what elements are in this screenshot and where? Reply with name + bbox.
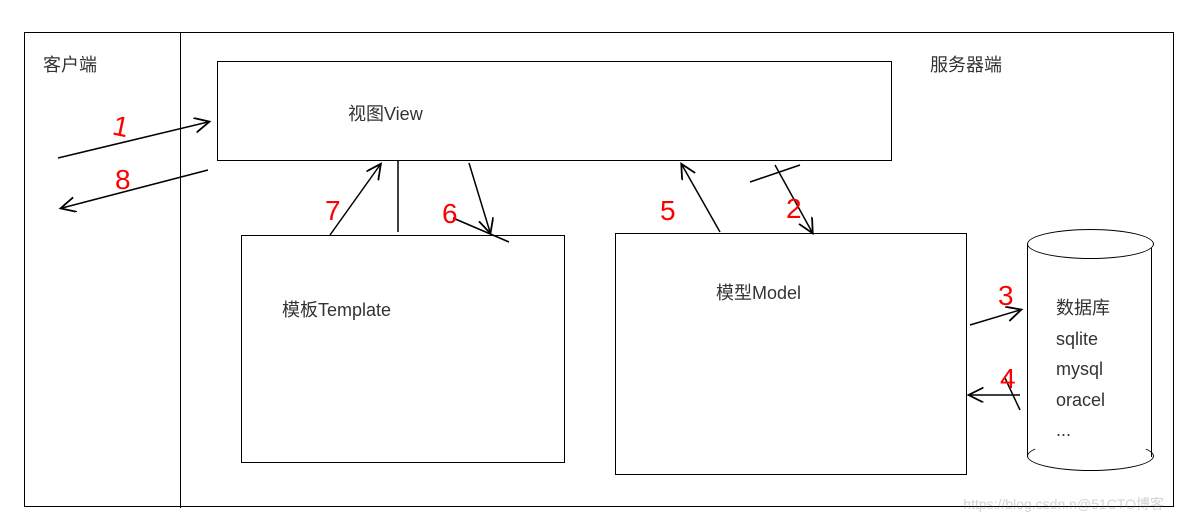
annotation-2: 2 <box>786 193 802 225</box>
client-server-divider <box>180 33 181 508</box>
model-label: 模型Model <box>716 279 801 305</box>
db-line4: oracel <box>1056 385 1110 416</box>
annotation-3: 3 <box>998 280 1014 312</box>
diagram-container: 客户端 服务器端 视图View 模板Template 模型Model 数据库 s… <box>24 32 1174 507</box>
model-box: 模型Model <box>615 233 967 475</box>
template-box: 模板Template <box>241 235 565 463</box>
annotation-6: 6 <box>442 198 458 230</box>
watermark: https://blog.csdn.n@51CTO博客 <box>963 494 1164 514</box>
annotation-5: 5 <box>660 195 676 227</box>
view-label: 视图View <box>348 100 423 126</box>
annotation-7: 7 <box>325 195 341 227</box>
server-label: 服务器端 <box>930 51 1002 77</box>
view-box: 视图View <box>217 61 892 161</box>
annotation-8: 8 <box>115 164 131 196</box>
template-label: 模板Template <box>282 296 391 322</box>
annotation-4: 4 <box>1000 363 1016 395</box>
db-line5: ... <box>1056 415 1110 446</box>
client-label: 客户端 <box>43 51 97 77</box>
db-line2: sqlite <box>1056 324 1110 355</box>
db-line3: mysql <box>1056 354 1110 385</box>
database-cylinder: 数据库 sqlite mysql oracel ... <box>1027 243 1152 457</box>
db-line1: 数据库 <box>1056 293 1110 324</box>
db-text: 数据库 sqlite mysql oracel ... <box>1056 293 1110 446</box>
